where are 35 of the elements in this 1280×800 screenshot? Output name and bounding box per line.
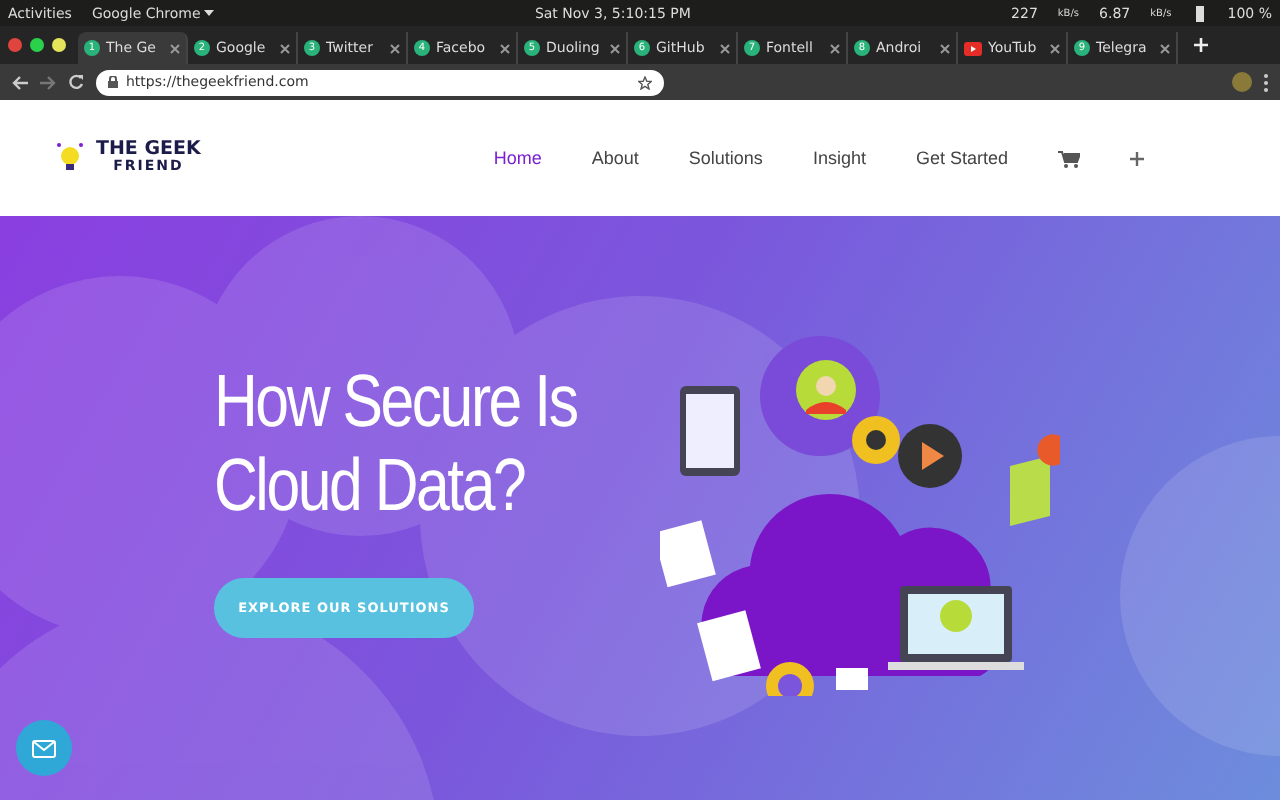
close-icon[interactable] (170, 43, 180, 53)
nav-link[interactable]: Home (493, 148, 542, 168)
close-icon[interactable] (830, 43, 840, 53)
caret-icon[interactable] (204, 10, 215, 16)
star-icon[interactable] (638, 75, 652, 89)
plus-icon[interactable] (1130, 151, 1144, 165)
hero-heading: How Secure Is Cloud Data? (214, 360, 577, 528)
close-icon[interactable] (610, 43, 620, 53)
nav-link[interactable]: Get Started (915, 148, 1008, 168)
new-tab-icon[interactable] (1194, 38, 1208, 52)
lock-icon (108, 76, 118, 88)
close-icon[interactable] (940, 43, 950, 53)
close-icon[interactable] (500, 43, 510, 53)
close-icon[interactable] (390, 43, 400, 53)
profile-avatar-icon[interactable] (1232, 72, 1252, 92)
nav-link[interactable]: Solutions (688, 148, 763, 168)
lightbulb-logo-icon (56, 142, 84, 174)
close-icon[interactable] (1050, 43, 1060, 53)
close-window-icon[interactable] (8, 38, 22, 52)
chat-button[interactable] (16, 720, 72, 776)
cart-icon[interactable] (1058, 149, 1080, 167)
maximize-window-icon[interactable] (30, 38, 44, 52)
reload-icon[interactable] (68, 74, 84, 90)
close-icon[interactable] (720, 43, 730, 53)
nav-link[interactable]: About (591, 148, 639, 168)
play-icon (964, 41, 982, 55)
close-icon[interactable] (1160, 43, 1170, 53)
minimize-window-icon[interactable] (52, 38, 66, 52)
back-icon[interactable] (12, 75, 28, 89)
close-icon[interactable] (280, 43, 290, 53)
logo-text: THE GEEK (96, 139, 201, 160)
nav-link[interactable]: Insight (812, 148, 866, 168)
battery-icon[interactable] (1191, 4, 1208, 22)
mail-icon (32, 739, 56, 757)
forward-icon[interactable] (40, 75, 56, 89)
